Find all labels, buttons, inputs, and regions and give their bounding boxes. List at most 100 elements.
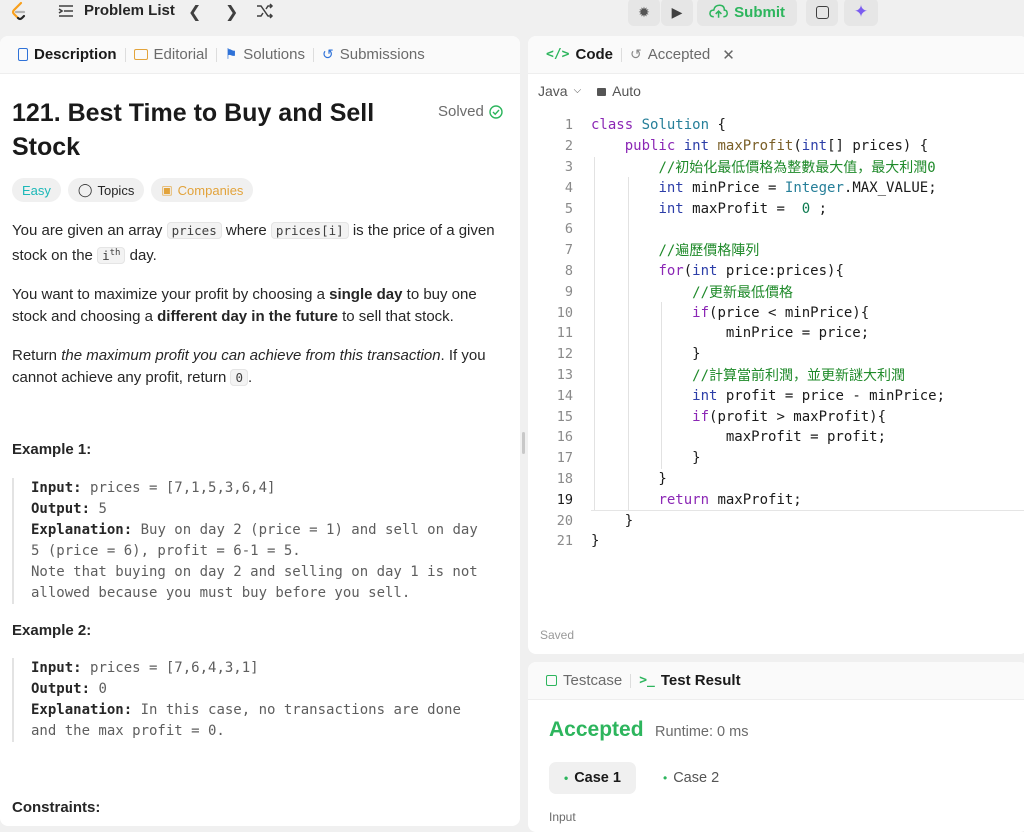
code-line[interactable]: 8 for(int price:prices){ — [528, 261, 1024, 282]
problem-list-icon[interactable] — [58, 4, 74, 18]
language-select[interactable]: Java ⌵ — [538, 83, 581, 99]
line-number: 10 — [556, 304, 573, 321]
leetcode-logo-icon[interactable] — [8, 0, 30, 22]
code-line[interactable]: 21} — [528, 531, 1024, 552]
code-line[interactable]: 5 int maxProfit = 0 ; — [528, 198, 1024, 219]
prev-problem-icon[interactable]: ❮ — [188, 2, 201, 22]
code-text: return maxProfit; — [658, 491, 802, 508]
text: day. — [129, 247, 157, 265]
code-text: minPrice = price; — [591, 325, 870, 342]
line-number: 6 — [564, 221, 573, 238]
solved-label: Solved — [438, 103, 484, 120]
code-line[interactable]: 12 } — [528, 344, 1024, 365]
inline-code: 0 — [230, 369, 248, 387]
label: Explanation: — [31, 702, 133, 718]
italic-text: the maximum profit you can achieve from … — [61, 347, 441, 365]
code-line[interactable]: 3 //初始化最低價格為整數最大值，最大利潤0 — [528, 157, 1024, 178]
close-icon[interactable]: ✕ — [722, 46, 735, 64]
code-line[interactable]: 1 class Solution { — [528, 115, 1024, 136]
label: Output: — [31, 681, 91, 697]
code-line[interactable]: 19 return maxProfit; — [528, 489, 1024, 511]
code-line[interactable]: 2 public int maxProfit(int[] prices) { — [528, 136, 1024, 157]
tab-label: Test Result — [660, 672, 741, 689]
case-2-tab[interactable]: • Case 2 — [648, 762, 734, 794]
code-line[interactable]: 9 //更新最低價格 — [528, 281, 1024, 302]
tab-submissions[interactable]: ↺ Submissions — [314, 46, 433, 63]
next-problem-icon[interactable]: ❯ — [225, 2, 238, 22]
companies-chip[interactable]: ▣ Companies — [151, 178, 254, 202]
tab-description[interactable]: Description — [10, 46, 125, 63]
topics-chip[interactable]: ◯ Topics — [67, 178, 145, 202]
code-text: public int maxProfit(int[] prices) { — [624, 138, 929, 155]
code-panel: </> Code ↺ Accepted ✕ Java ⌵ Auto 1 class… — [528, 36, 1024, 654]
status-dot-icon: • — [564, 771, 569, 785]
code-tabs: </> Code ↺ Accepted ✕ — [528, 36, 1024, 74]
tab-label: Solutions — [243, 46, 305, 63]
code-editor[interactable]: 1 class Solution {2 public int maxProfit(… — [528, 115, 1024, 552]
example-line: Input: prices = [7,1,5,3,6,4] — [31, 478, 512, 499]
difficulty-badge: Easy — [12, 178, 61, 202]
code-line[interactable]: 6 — [528, 219, 1024, 240]
code-text: if(price < minPrice){ — [692, 304, 870, 321]
history-icon: ↺ — [322, 46, 334, 62]
check-circle-icon — [489, 104, 503, 119]
code-line[interactable]: 11 minPrice = price; — [528, 323, 1024, 344]
line-number: 21 — [556, 533, 573, 550]
tab-testcase[interactable]: Testcase — [538, 672, 630, 689]
code-text: i — [102, 248, 110, 264]
terminal-icon: >_ — [639, 673, 655, 688]
label: Input: — [31, 480, 82, 496]
tab-test-result[interactable]: >_ Test Result — [631, 672, 748, 689]
ai-assist-button[interactable]: ✦ — [844, 0, 878, 26]
problem-title: 121. Best Time to Buy and Sell Stock — [12, 99, 375, 161]
mode-select[interactable]: Auto — [597, 83, 641, 99]
run-button[interactable]: ▶ — [661, 0, 693, 26]
case-1-tab[interactable]: • Case 1 — [549, 762, 636, 794]
code-line[interactable]: 14 int profit = price - minPrice; — [528, 385, 1024, 406]
value: 5 — [98, 501, 107, 517]
code-line[interactable]: 13 //計算當前利潤，並更新謎大利潤 — [528, 365, 1024, 386]
line-number: 11 — [556, 325, 573, 342]
example-line: Note that buying on day 2 and selling on… — [31, 564, 478, 580]
submit-button[interactable]: Submit — [697, 0, 797, 26]
value: In this case, no transactions are done — [140, 702, 461, 718]
description-panel: Description Editorial ⚑ Solutions ↺ Subm… — [0, 36, 520, 826]
debug-button[interactable]: ✹ — [628, 0, 660, 26]
value: prices = [7,1,5,3,6,4] — [90, 480, 276, 496]
example-line: Input: prices = [7,6,4,3,1] — [31, 658, 512, 679]
indent-guide — [594, 156, 595, 511]
code-line[interactable]: 10 if(price < minPrice){ — [528, 302, 1024, 323]
label: Output: — [31, 501, 91, 517]
indent-guide — [661, 302, 663, 469]
code-text: //遍歷價格陣列 — [658, 243, 760, 260]
shuffle-icon[interactable] — [256, 3, 274, 19]
tab-solutions[interactable]: ⚑ Solutions — [217, 46, 313, 63]
line-number: 8 — [564, 262, 573, 279]
code-line[interactable]: 16 maxProfit = profit; — [528, 427, 1024, 448]
code-text: //初始化最低價格為整數最大值，最大利潤0 — [658, 159, 936, 176]
problem-tags: Easy ◯ Topics ▣ Companies — [12, 178, 254, 202]
code-line[interactable]: 17 } — [528, 448, 1024, 469]
problem-list-link[interactable]: Problem List — [84, 2, 175, 19]
code-text: int profit = price - minPrice; — [692, 387, 946, 404]
document-icon — [18, 48, 28, 61]
code-line[interactable]: 15 if(profit > maxProfit){ — [528, 406, 1024, 427]
code-line[interactable]: 4 int minPrice = Integer.MAX_VALUE; — [528, 177, 1024, 198]
notes-button[interactable] — [806, 0, 838, 26]
tab-editorial[interactable]: Editorial — [126, 46, 216, 63]
constraints-title: Constraints: — [12, 799, 101, 816]
tab-accepted[interactable]: ↺ Accepted ✕ — [622, 46, 743, 64]
line-number: 20 — [556, 512, 573, 529]
tab-code[interactable]: </> Code — [538, 46, 621, 63]
code-text: //更新最低價格 — [692, 284, 794, 301]
example-line: Output: 5 — [31, 499, 512, 520]
text: where — [225, 222, 267, 239]
flask-icon: ⚑ — [224, 46, 238, 62]
code-line[interactable]: 20 } — [528, 510, 1024, 531]
text: . — [248, 369, 253, 387]
code-line[interactable]: 18 } — [528, 469, 1024, 490]
superscript: th — [109, 248, 121, 258]
tab-label: Code — [575, 46, 613, 63]
code-line[interactable]: 7 //遍歷價格陣列 — [528, 240, 1024, 261]
panel-resize-handle[interactable] — [522, 432, 525, 454]
